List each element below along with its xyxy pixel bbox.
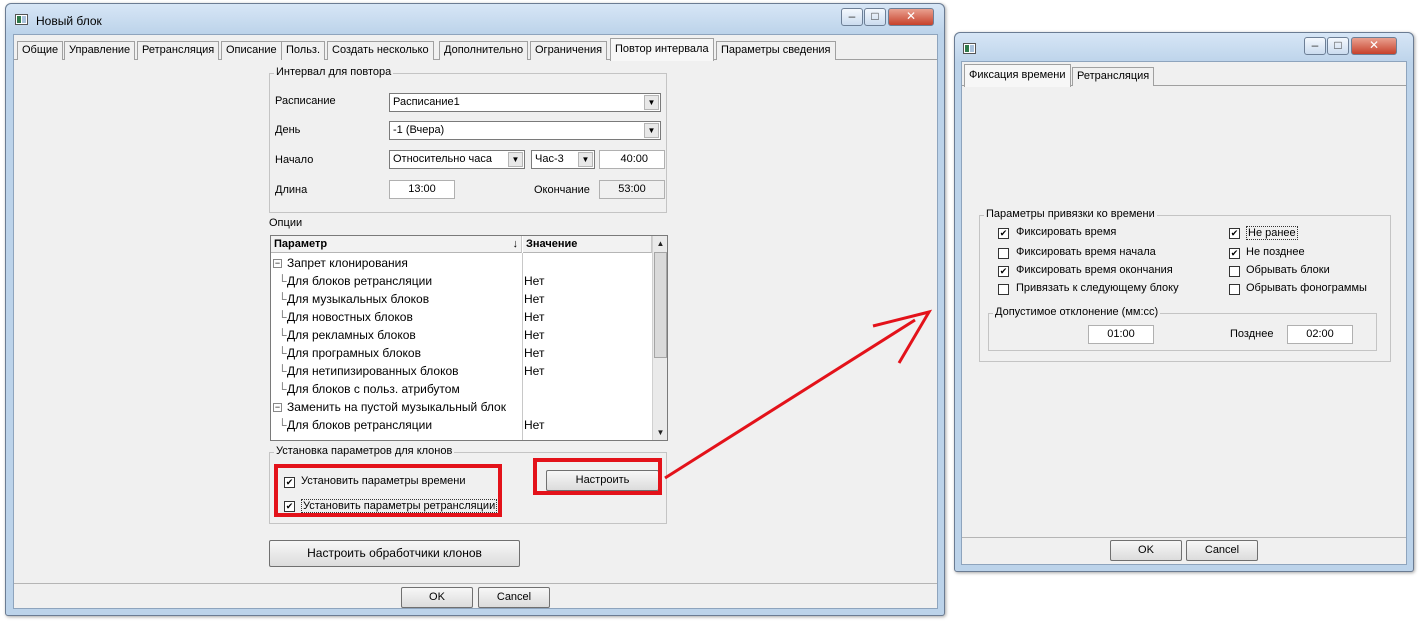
early-deviation-input[interactable]: 01:00 (1088, 325, 1154, 344)
fix-start-label: Фиксировать время начала (1016, 246, 1156, 258)
late-label: Позднее (1230, 328, 1274, 340)
title-bar[interactable]: – □ ✕ (955, 33, 1413, 63)
not-earlier-checkbox[interactable] (1229, 228, 1240, 239)
fix-start-checkbox[interactable] (998, 248, 1009, 259)
ok-button[interactable]: OK (1110, 540, 1182, 561)
not-earlier-label: Не ранее (1246, 226, 1298, 240)
time-settings-window: – □ ✕ Фиксация времени Ретрансляция Пара… (954, 32, 1414, 572)
maximize-button[interactable]: □ (1327, 37, 1349, 55)
deviation-group: Допустимое отклонение (мм:сс) 01:00 Позд… (988, 306, 1377, 351)
tab-strip: Фиксация времени Ретрансляция (962, 64, 1406, 87)
cut-blocks-label: Обрывать блоки (1246, 264, 1330, 276)
close-button[interactable]: ✕ (1351, 37, 1397, 55)
fix-time-checkbox[interactable] (998, 228, 1009, 239)
cancel-button[interactable]: Cancel (1186, 540, 1258, 561)
not-later-label: Не позднее (1246, 246, 1305, 258)
fix-end-checkbox[interactable] (998, 266, 1009, 277)
not-later-checkbox[interactable] (1229, 248, 1240, 259)
bind-next-checkbox[interactable] (998, 284, 1009, 295)
cut-blocks-checkbox[interactable] (1229, 266, 1240, 277)
tab-retranslation[interactable]: Ретрансляция (1072, 67, 1155, 86)
binding-group: Параметры привязки ко времени Фиксироват… (979, 208, 1391, 362)
deviation-title: Допустимое отклонение (мм:сс) (993, 306, 1161, 318)
fix-time-label: Фиксировать время (1016, 226, 1117, 238)
cut-phonograms-label: Обрывать фонограммы (1246, 282, 1367, 294)
footer-divider (962, 537, 1406, 538)
minimize-button[interactable]: – (1304, 37, 1326, 55)
app-icon (963, 43, 976, 54)
tab-repeat-interval[interactable]: Повтор интервала (610, 38, 714, 61)
cut-phonograms-checkbox[interactable] (1229, 284, 1240, 295)
bind-next-label: Привязать к следующему блоку (1016, 282, 1179, 294)
tab-time-fix[interactable]: Фиксация времени (964, 64, 1071, 87)
late-deviation-input[interactable]: 02:00 (1287, 325, 1353, 344)
fix-end-label: Фиксировать время окончания (1016, 264, 1173, 276)
binding-group-title: Параметры привязки ко времени (984, 208, 1157, 220)
time-settings-client: Фиксация времени Ретрансляция Параметры … (961, 61, 1407, 565)
